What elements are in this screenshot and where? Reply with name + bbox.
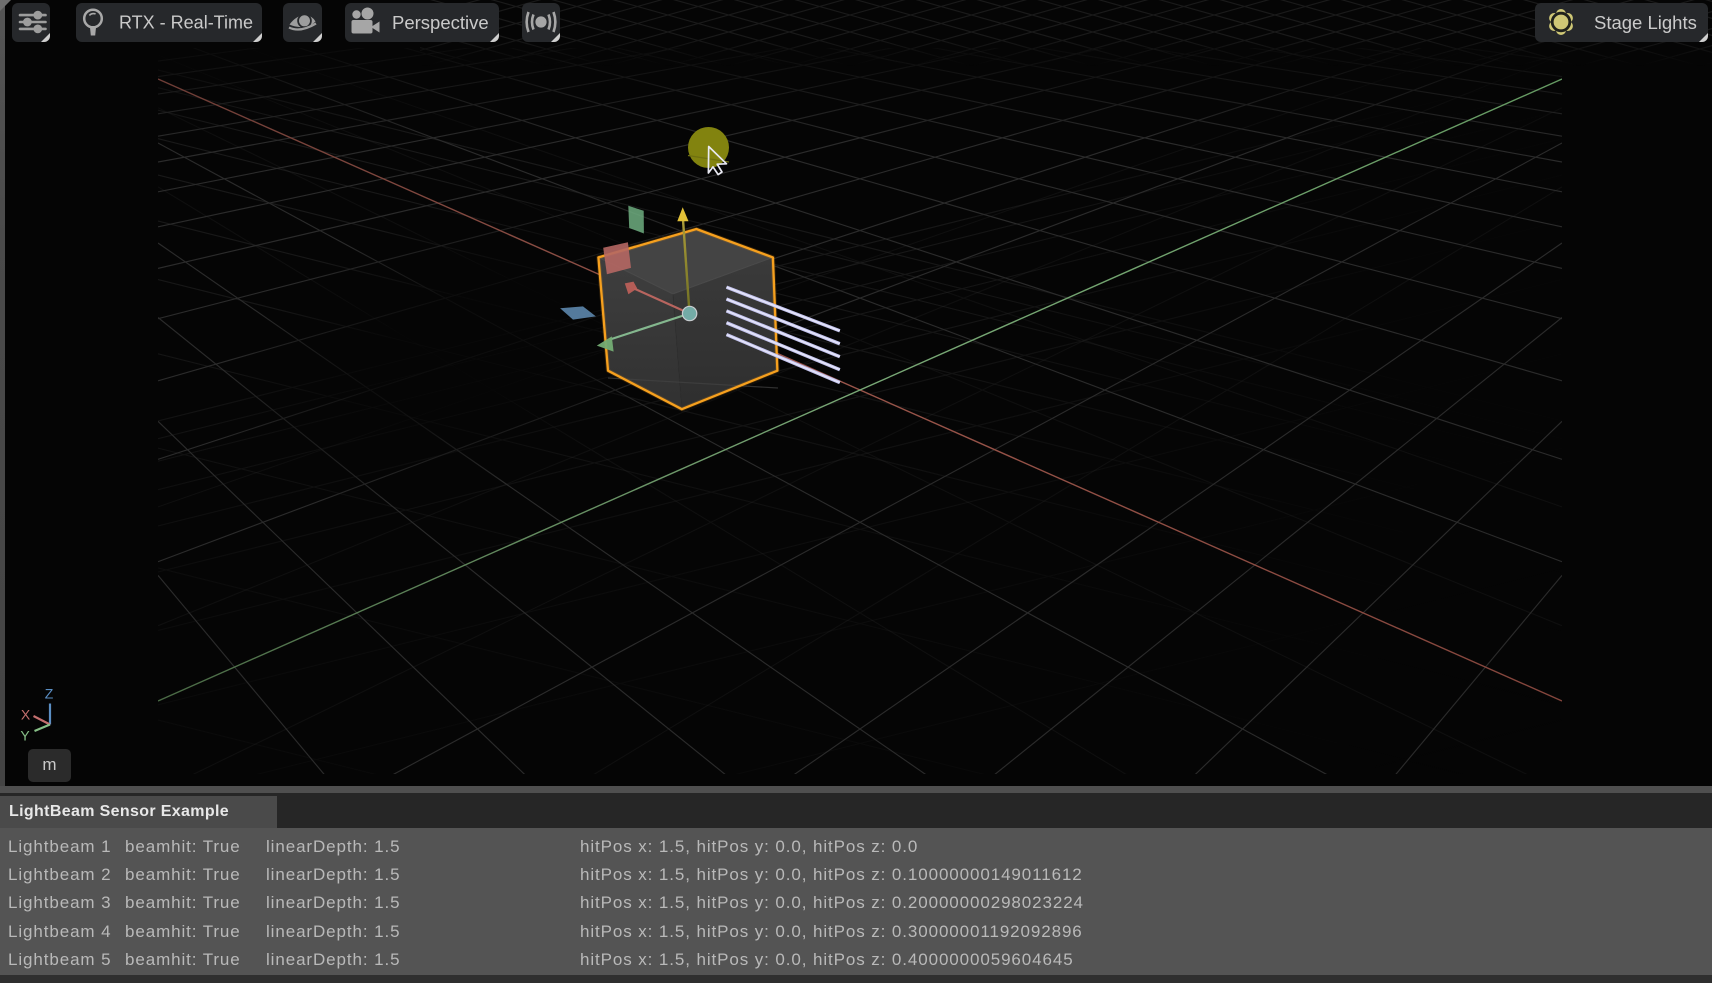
svg-text:X: X — [21, 707, 31, 723]
svg-text:Z: Z — [45, 686, 54, 702]
svg-text:Y: Y — [20, 728, 30, 744]
